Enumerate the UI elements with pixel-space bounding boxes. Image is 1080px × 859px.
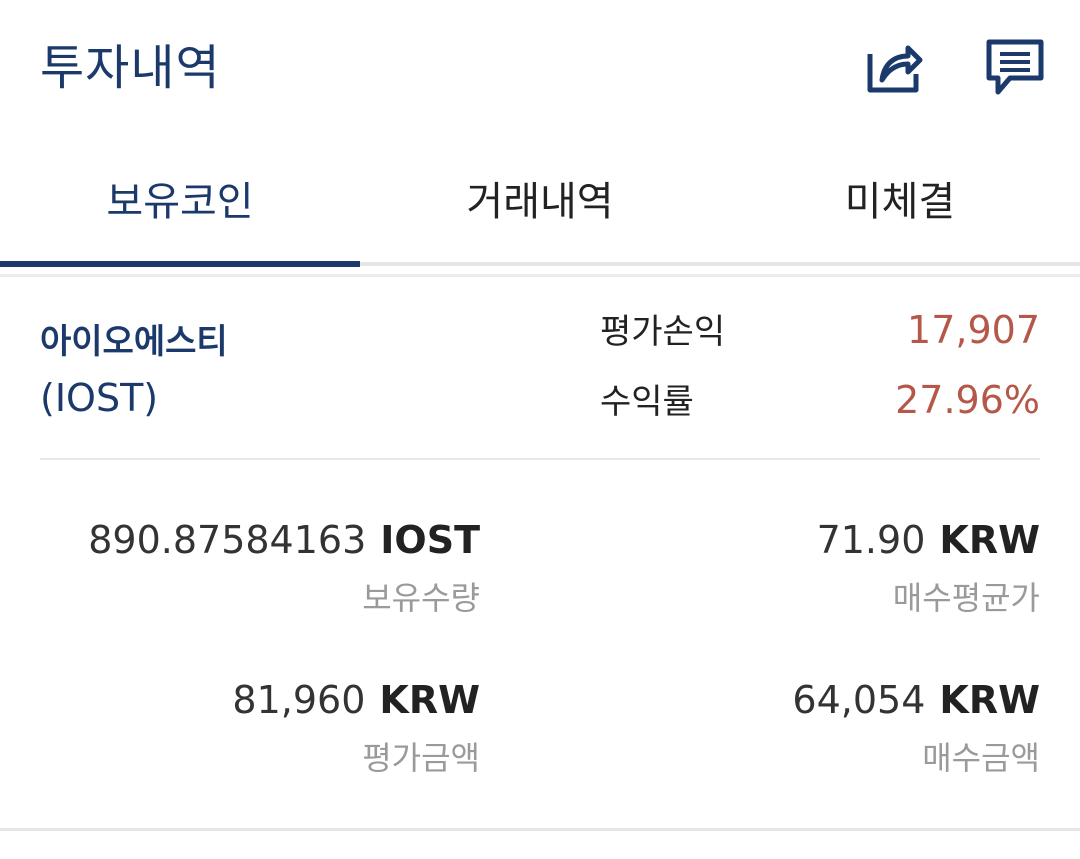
avg-buy-price-label: 매수평균가 — [892, 579, 1040, 617]
valuation-amount: 81,960 KRW 평가금액 — [232, 674, 480, 780]
buy-amount: 64,054 KRW 매수금액 — [792, 674, 1040, 780]
buy-amount-value: 64,054 — [792, 678, 926, 722]
valuation-amount-label: 평가금액 — [362, 739, 480, 777]
active-tab-indicator — [0, 261, 360, 267]
tab-pending-orders[interactable]: 미체결 — [720, 150, 1080, 262]
avg-buy-price-unit: KRW — [939, 518, 1040, 562]
holding-quantity-unit: IOST — [380, 518, 480, 562]
tab-trade-history[interactable]: 거래내역 — [360, 150, 720, 262]
profit-loss-label: 평가손익 — [600, 312, 726, 352]
header: 투자내역 — [0, 0, 1080, 130]
coin-name: 아이오에스티 — [40, 322, 228, 362]
holding-quantity-value: 890.87584163 — [88, 518, 367, 562]
return-rate-value: 27.96% — [895, 378, 1040, 422]
section-divider — [0, 274, 1080, 277]
bottom-divider — [0, 828, 1080, 831]
tab-bar: 보유코인 거래내역 미체결 — [0, 150, 1080, 278]
valuation-amount-value: 81,960 — [232, 678, 366, 722]
tab-holdings[interactable]: 보유코인 — [0, 150, 360, 262]
avg-buy-price: 71.90 KRW 매수평균가 — [817, 514, 1040, 620]
page-title: 투자내역 — [40, 40, 221, 96]
avg-buy-price-value: 71.90 — [816, 518, 926, 562]
holding-quantity-label: 보유수량 — [362, 579, 480, 617]
share-icon[interactable] — [862, 36, 924, 98]
valuation-amount-unit: KRW — [379, 678, 480, 722]
profit-loss-value: 17,907 — [907, 308, 1040, 352]
holding-quantity: 890.87584163 IOST 보유수량 — [88, 514, 480, 620]
coin-symbol: (IOST) — [40, 376, 159, 420]
buy-amount-unit: KRW — [939, 678, 1040, 722]
chat-icon[interactable] — [984, 36, 1046, 98]
buy-amount-label: 매수금액 — [922, 739, 1040, 777]
divider — [40, 458, 1040, 460]
return-rate-label: 수익률 — [600, 382, 694, 422]
